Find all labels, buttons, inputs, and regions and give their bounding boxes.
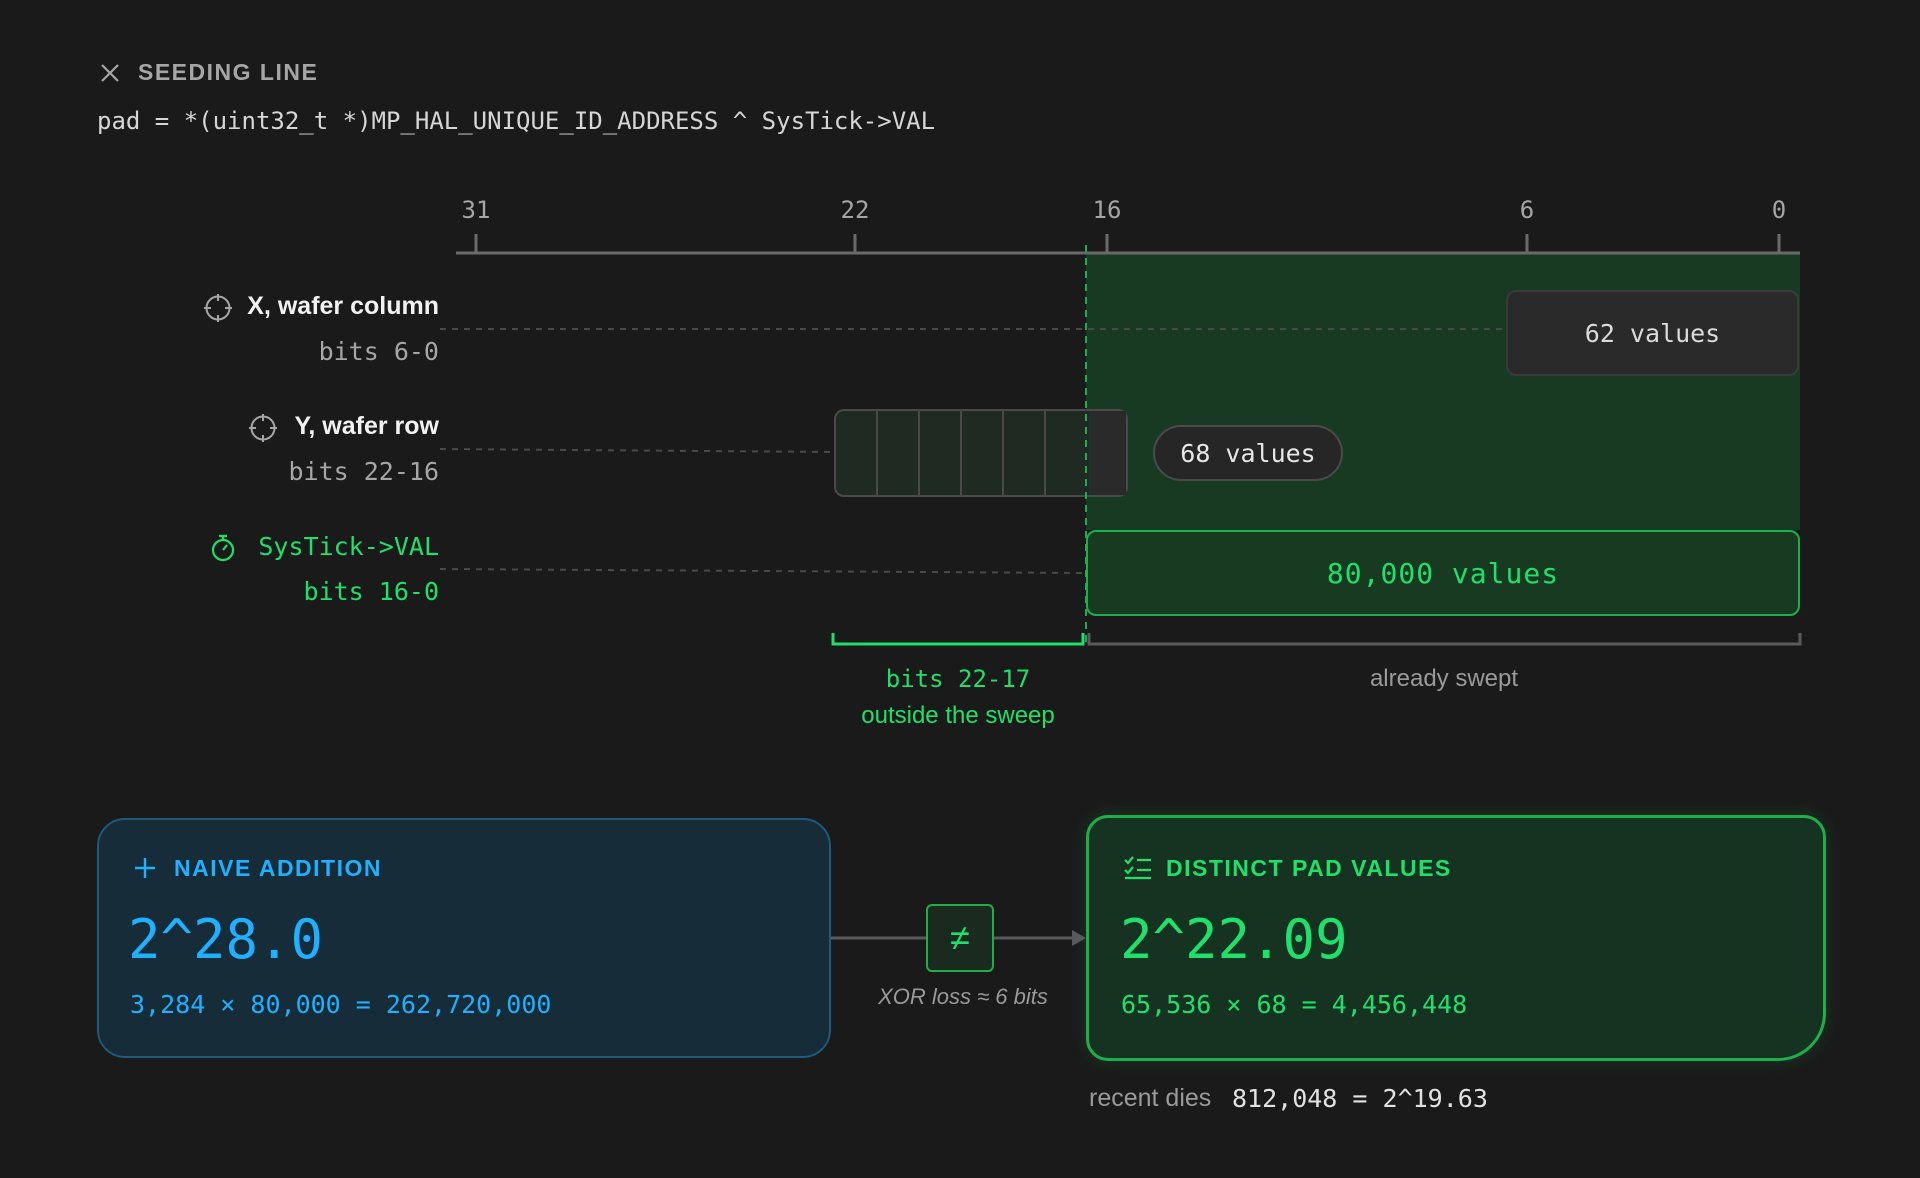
y-bit-register xyxy=(834,409,1128,497)
tick-label-0: 0 xyxy=(1771,196,1787,224)
connector-arrowhead xyxy=(1072,930,1086,946)
row-y-bits: bits 22-16 xyxy=(288,457,439,486)
recent-dies-value: 812,048 = 2^19.63 xyxy=(1232,1084,1488,1113)
checklist-icon xyxy=(1124,856,1151,880)
naive-equation: 3,284 × 80,000 = 262,720,000 xyxy=(130,990,552,1019)
guide-systick xyxy=(439,568,1086,574)
x-values-box: 62 values xyxy=(1506,290,1799,376)
row-x-title: X, wafer column xyxy=(247,292,439,320)
guide-y xyxy=(439,448,835,453)
crosshair-icon xyxy=(249,414,277,442)
distinct-equation: 65,536 × 68 = 4,456,448 xyxy=(1121,990,1468,1019)
xor-loss-label: XOR loss ≈ 6 bits xyxy=(878,984,1048,1009)
tick-label-16: 16 xyxy=(1092,196,1122,224)
outside-bits-label: bits 22-17 xyxy=(885,665,1031,693)
not-equal-icon: ≠ xyxy=(926,904,994,972)
tick-label-6: 6 xyxy=(1519,196,1535,224)
outside-sweep-label: outside the sweep xyxy=(861,702,1055,729)
distinct-big-value: 2^22.09 xyxy=(1120,908,1348,971)
row-x-bits: bits 6-0 xyxy=(318,337,439,366)
naive-title: NAIVE ADDITION xyxy=(174,855,382,881)
already-swept-label: already swept xyxy=(1369,665,1519,692)
recent-dies-label: recent dies xyxy=(1089,1084,1212,1112)
bracket-outside xyxy=(831,633,1085,646)
close-icon[interactable] xyxy=(98,61,122,85)
distinct-title: DISTINCT PAD VALUES xyxy=(1166,855,1452,881)
seeding-code: pad = *(uint32_t *)MP_HAL_UNIQUE_ID_ADDR… xyxy=(97,107,936,135)
row-systick-title: SysTick->VAL xyxy=(258,532,439,561)
tick-label-22: 22 xyxy=(840,196,870,224)
naive-big-value: 2^28.0 xyxy=(128,908,324,971)
crosshair-icon xyxy=(204,294,232,322)
plus-icon xyxy=(135,858,155,878)
y-values-pill: 68 values xyxy=(1153,425,1343,481)
section-title: SEEDING LINE xyxy=(138,59,319,85)
tick-label-31: 31 xyxy=(461,196,491,224)
row-y-title: Y, wafer row xyxy=(294,412,440,440)
bracket-swept xyxy=(1087,633,1802,646)
systick-values-box: 80,000 values xyxy=(1086,530,1800,616)
stopwatch-icon xyxy=(211,534,235,562)
row-systick-bits: bits 16-0 xyxy=(303,577,439,606)
